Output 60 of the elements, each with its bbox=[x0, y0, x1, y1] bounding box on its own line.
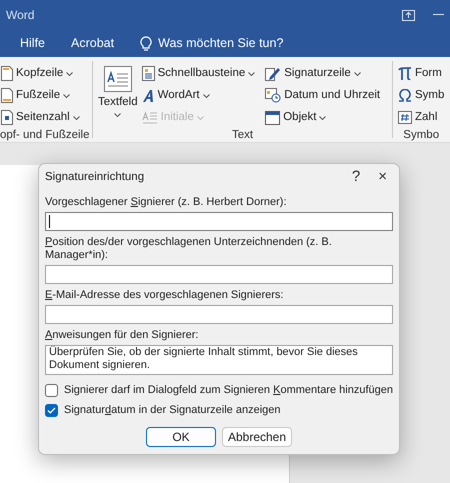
document-icon bbox=[142, 66, 155, 81]
caret-icon bbox=[248, 72, 256, 76]
window-icon bbox=[265, 110, 280, 124]
checkbox[interactable] bbox=[45, 384, 58, 397]
ribbon-button[interactable]: Kopfzeile bbox=[0, 64, 74, 83]
close-button[interactable]: × bbox=[372, 166, 393, 189]
ribbon-button[interactable]: Fußzeile bbox=[0, 86, 72, 105]
tell-me-button[interactable]: Was möchten Sie tun? bbox=[140, 34, 284, 53]
hash-icon bbox=[398, 111, 412, 124]
ribbon-tab[interactable]: Hilfe bbox=[20, 34, 46, 53]
ribbon-tab[interactable]: Acrobat bbox=[71, 34, 114, 53]
checkbox[interactable] bbox=[45, 404, 58, 417]
ribbon-button[interactable]: Signaturzeile bbox=[264, 64, 362, 83]
caret-icon bbox=[196, 116, 204, 120]
instructions-field[interactable]: Überprüfen Sie, ob der signierte Inhalt stimmt, bevor Sie dieses Dokument signieren. bbox=[45, 345, 393, 375]
group-label: Symbo bbox=[402, 128, 440, 142]
cancel-button[interactable]: Abbrechen bbox=[222, 427, 292, 447]
help-button[interactable]: ? bbox=[346, 166, 366, 189]
ribbon-button[interactable]: Seitenzahl bbox=[0, 108, 81, 127]
ribbon-button[interactable]: Datum und Uhrzeit bbox=[264, 86, 382, 105]
ribbon-button[interactable]: Zahl bbox=[397, 108, 438, 127]
text-field[interactable] bbox=[45, 265, 393, 284]
pen-icon bbox=[265, 66, 282, 81]
wordart-icon bbox=[142, 88, 155, 102]
lightbulb-icon bbox=[140, 36, 152, 52]
checkbox-label: Signierer darf im Dialogfeld zum Signieren Kommentare hinzufügen bbox=[64, 384, 393, 397]
field-label: Anweisungen für den Signierer: bbox=[45, 329, 200, 342]
ribbon-button[interactable]: Objekt bbox=[264, 108, 328, 127]
restore-icon[interactable] bbox=[402, 10, 415, 20]
text-cursor bbox=[49, 215, 50, 228]
checkbox-label: Signaturdatum in der Signaturzeile anzeigen bbox=[64, 404, 280, 417]
ribbon-button[interactable]: Schnellbausteine bbox=[140, 64, 256, 83]
ribbon-button[interactable]: Form bbox=[397, 64, 443, 83]
caret-icon bbox=[354, 72, 361, 76]
caret-icon bbox=[66, 72, 74, 76]
ribbon-button[interactable]: WordArt bbox=[140, 86, 211, 105]
field-label: Position des/der vorgeschlagenen Unterzeichnenden (z. B. Manager*in): bbox=[45, 236, 333, 262]
dialog-title: Signatureinrichtung bbox=[45, 170, 144, 185]
window-title: Word bbox=[6, 7, 34, 24]
ribbon-button[interactable]: Symb bbox=[397, 86, 446, 105]
pi-icon bbox=[398, 67, 412, 80]
textbox-icon bbox=[104, 66, 132, 92]
ribbon-button[interactable]: Textfeld bbox=[97, 64, 139, 118]
group-label: opf- und Fußzeile bbox=[0, 128, 88, 142]
group-label: Text bbox=[230, 128, 254, 142]
dropcap-icon bbox=[142, 110, 158, 124]
field-label: Vorgeschlagener Signierer (z. B. Herbert Dorner): bbox=[45, 196, 288, 209]
omega-icon bbox=[398, 89, 412, 102]
calendar-clock-icon bbox=[265, 88, 282, 103]
caret-icon bbox=[114, 113, 122, 118]
caret-icon bbox=[72, 116, 80, 120]
field-label: E-Mail-Adresse des vorgeschlagenen Signierers: bbox=[45, 289, 284, 302]
ok-button[interactable]: OK bbox=[146, 427, 216, 447]
minimize-icon[interactable] bbox=[433, 14, 444, 16]
caret-icon bbox=[319, 116, 326, 120]
caret-icon bbox=[63, 94, 70, 98]
text-field[interactable] bbox=[45, 305, 393, 324]
check-icon bbox=[47, 407, 56, 414]
caret-icon bbox=[202, 94, 210, 98]
text-field[interactable] bbox=[45, 212, 393, 231]
